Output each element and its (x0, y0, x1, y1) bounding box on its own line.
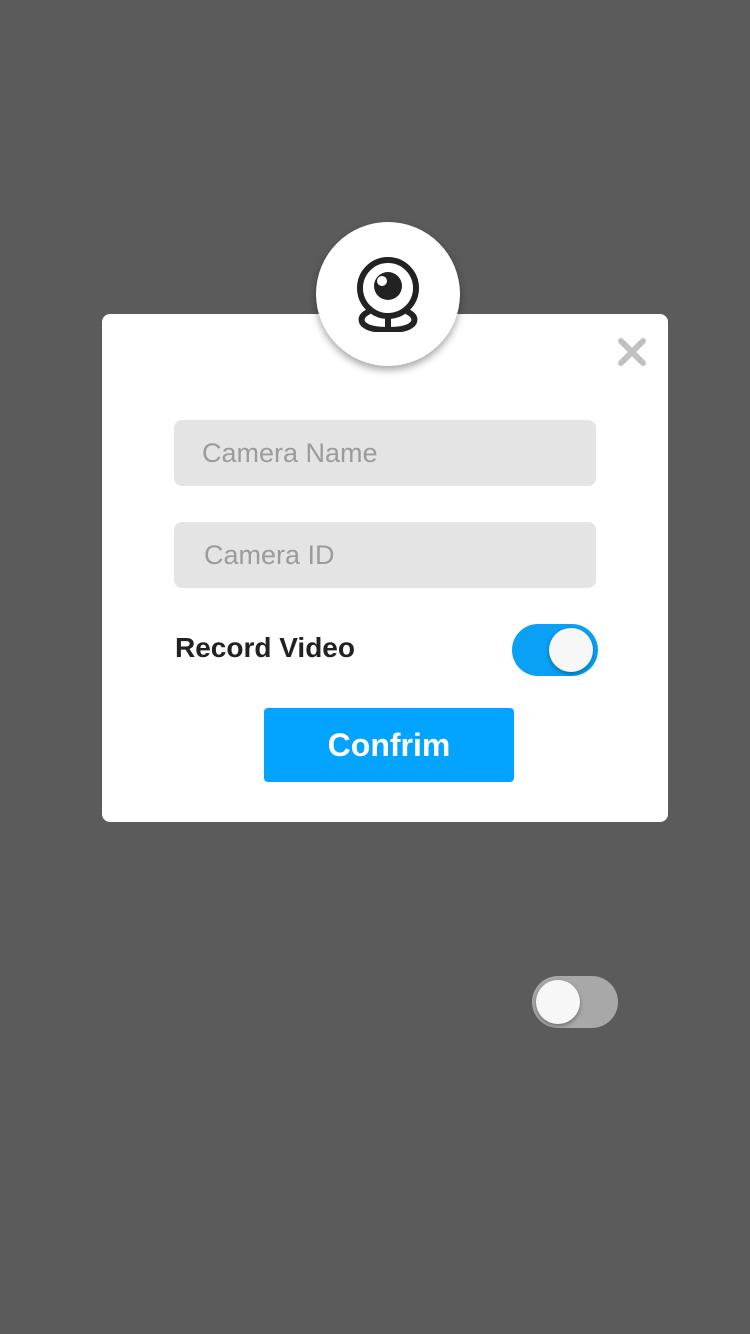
toggle-knob (536, 980, 580, 1024)
camera-badge (316, 222, 460, 366)
close-icon (618, 338, 646, 366)
toggle-knob (549, 628, 593, 672)
camera-id-input[interactable] (174, 522, 596, 588)
record-video-toggle[interactable] (512, 624, 598, 676)
camera-name-input[interactable] (174, 420, 596, 486)
background-toggle[interactable] (532, 976, 618, 1028)
confirm-button[interactable]: Confrim (264, 708, 514, 782)
close-button[interactable] (612, 332, 652, 372)
record-video-label: Record Video (175, 632, 355, 663)
webcam-icon (357, 257, 419, 332)
